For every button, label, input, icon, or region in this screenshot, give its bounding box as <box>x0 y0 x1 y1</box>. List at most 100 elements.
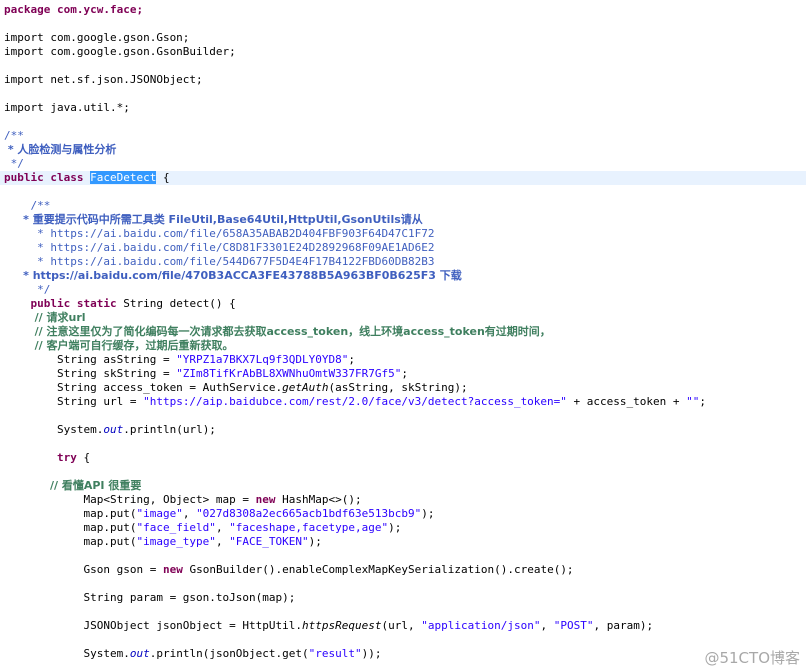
println-get: .println(jsonObject.get( <box>149 647 309 660</box>
skstring-decl: String skString = <box>4 367 177 380</box>
system-class: System. <box>4 423 104 436</box>
key-face-field: "face_field" <box>136 521 216 534</box>
link-2-text[interactable]: * https://ai.baidu.com/file/C8D81F3301E2… <box>4 241 434 254</box>
javadoc-link-2: * https://ai.baidu.com/file/C8D81F3301E2… <box>4 241 434 255</box>
map-put: map.put( <box>4 521 137 534</box>
import-util-text: import java.util.*; <box>4 101 130 114</box>
javadoc-tools-note: * 重要提示代码中所需工具类 FileUtil,Base64Util,HttpU… <box>4 213 423 227</box>
keyword-public-class: public class <box>4 171 91 184</box>
class-open-brace: { <box>156 171 170 184</box>
import-gsonbuilder-text: import com.google.gson.GsonBuilder; <box>4 45 236 58</box>
link-3-text[interactable]: * https://ai.baidu.com/file/544D677F5D4E… <box>4 255 434 268</box>
javadoc-method-open-text: /** <box>4 199 51 212</box>
code-line-jsonobject: JSONObject jsonObject = HttpUtil.httpsRe… <box>4 619 653 633</box>
code-line-print-result: System.out.println(jsonObject.get("resul… <box>4 647 382 661</box>
code-line-import-util: import java.util.*; <box>4 101 130 115</box>
comment-access-token-text: // 注意这里仅为了简化编码每一次请求都去获取access_token，线上环境… <box>4 325 551 338</box>
code-line-param: String param = gson.toJson(map); <box>4 591 295 605</box>
javadoc-close-text: */ <box>4 157 24 170</box>
comma: , <box>540 619 554 632</box>
keyword-package: package com.ycw.face; <box>4 3 144 16</box>
getauth-args: (asString, skString); <box>328 381 468 394</box>
args-open: (url, <box>381 619 422 632</box>
httpsrequest-method: httpsRequest <box>302 619 382 632</box>
comma: , <box>182 507 197 520</box>
key-image: "image" <box>136 507 183 520</box>
param-decl: String param = gson.toJson(map); <box>4 591 296 604</box>
comment-access-token-note: // 注意这里仅为了简化编码每一次请求都去获取access_token，线上环境… <box>4 325 551 339</box>
key-result: "result" <box>308 647 362 660</box>
tools-note-text: * 重要提示代码中所需工具类 FileUtil,Base64Util,HttpU… <box>4 213 423 226</box>
method-signature: String detect() { <box>123 297 236 310</box>
comment-read-api-text: // 看懂API 很重要 <box>4 479 142 492</box>
gsonbuilder-chain: GsonBuilder().enableComplexMapKeySeriali… <box>182 563 574 576</box>
out-field: out <box>129 647 150 660</box>
url-decl: String url = <box>4 395 144 408</box>
args-close: , param); <box>593 619 654 632</box>
keyword-new: new <box>162 563 183 576</box>
code-line-map-put-image: map.put("image", "027d8308a2ec665acb1bdf… <box>4 507 434 521</box>
try-brace: { <box>76 451 91 464</box>
code-line-import-jsonobject: import net.sf.json.JSONObject; <box>4 73 203 87</box>
code-line-url: String url = "https://aip.baidubce.com/r… <box>4 395 706 409</box>
code-line-package: package com.ycw.face; <box>4 3 143 17</box>
code-line-gson: Gson gson = new GsonBuilder().enableComp… <box>4 563 574 577</box>
code-line-import-gsonbuilder: import com.google.gson.GsonBuilder; <box>4 45 236 59</box>
gson-decl: Gson gson = <box>4 563 163 576</box>
comment-read-api: // 看懂API 很重要 <box>4 479 141 493</box>
comma: , <box>215 521 230 534</box>
javadoc-open: /** <box>4 129 24 143</box>
asstring-value: "YRPZ1a7BKX7Lq9f3QDLY0YD8" <box>176 353 349 366</box>
javadoc-link-4: * https://ai.baidu.com/file/470B3ACCA3FE… <box>4 269 462 283</box>
code-line-skstring: String skString = "ZIm8TifKrAbBL8XWNhuOm… <box>4 367 408 381</box>
code-line-asstring: String asString = "YRPZ1a7BKX7Lq9f3QDLY0… <box>4 353 355 367</box>
keyword-public-static: public static <box>4 297 124 310</box>
class-description-text: * 人脸检测与属性分析 <box>4 143 117 156</box>
code-editor[interactable]: package com.ycw.face; import com.google.… <box>0 0 806 672</box>
empty-string: "" <box>686 395 700 408</box>
out-field: out <box>103 423 124 436</box>
javadoc-link-1: * https://ai.baidu.com/file/658A35ABAB2D… <box>4 227 434 241</box>
skstring-value: "ZIm8TifKrAbBL8XWNhuOmtW337FR7Gf5" <box>176 367 402 380</box>
link-1-text[interactable]: * https://ai.baidu.com/file/658A35ABAB2D… <box>4 227 434 240</box>
code-line-class-declaration[interactable]: public class FaceDetect { <box>0 171 806 185</box>
close-parens: )); <box>361 647 382 660</box>
javadoc-open-text: /** <box>4 129 24 142</box>
code-line-map-put-image-type: map.put("image_type", "FACE_TOKEN"); <box>4 535 322 549</box>
close-paren: ); <box>421 507 435 520</box>
comment-cache-text: // 客户端可自行缓存，过期后重新获取。 <box>4 339 234 352</box>
code-line-map-decl: Map<String, Object> map = new HashMap<>(… <box>4 493 361 507</box>
access-token-decl: String access_token = AuthService. <box>4 381 283 394</box>
code-line-try: try { <box>4 451 90 465</box>
url-concat: + access_token + <box>566 395 687 408</box>
link-4-text[interactable]: * https://ai.baidu.com/file/470B3ACCA3FE… <box>4 269 462 282</box>
javadoc-method-close: */ <box>4 283 50 297</box>
code-line-access-token: String access_token = AuthService.getAut… <box>4 381 468 395</box>
javadoc-link-3: * https://ai.baidu.com/file/544D677F5D4E… <box>4 255 434 269</box>
value-face-field: "faceshape,facetype,age" <box>229 521 389 534</box>
method-post-value: "POST" <box>553 619 594 632</box>
content-type-value: "application/json" <box>421 619 541 632</box>
key-image-type: "image_type" <box>136 535 216 548</box>
code-line-method-declaration: public static String detect() { <box>4 297 236 311</box>
url-value: "https://aip.baidubce.com/rest/2.0/face/… <box>143 395 567 408</box>
close-paren: ); <box>388 521 402 534</box>
watermark-logo: @51CTO博客 <box>704 649 800 667</box>
semicolon: ; <box>699 395 707 408</box>
javadoc-close: */ <box>4 157 24 171</box>
javadoc-class-description: * 人脸检测与属性分析 <box>4 143 117 157</box>
comment-request-url-text: // 请求url <box>4 311 86 324</box>
comma: , <box>215 535 230 548</box>
code-line-print-url: System.out.println(url); <box>4 423 216 437</box>
map-decl: Map<String, Object> map = <box>4 493 256 506</box>
javadoc-method-open: /** <box>4 199 50 213</box>
getauth-method: getAuth <box>282 381 329 394</box>
code-line-map-put-face-field: map.put("face_field", "faceshape,facetyp… <box>4 521 401 535</box>
semicolon: ; <box>401 367 408 380</box>
close-paren: ); <box>308 535 322 548</box>
keyword-try: try <box>4 451 77 464</box>
selected-class-name[interactable]: FaceDetect <box>90 171 157 184</box>
value-image-type: "FACE_TOKEN" <box>229 535 309 548</box>
javadoc-method-close-text: */ <box>4 283 51 296</box>
comment-request-url: // 请求url <box>4 311 86 325</box>
